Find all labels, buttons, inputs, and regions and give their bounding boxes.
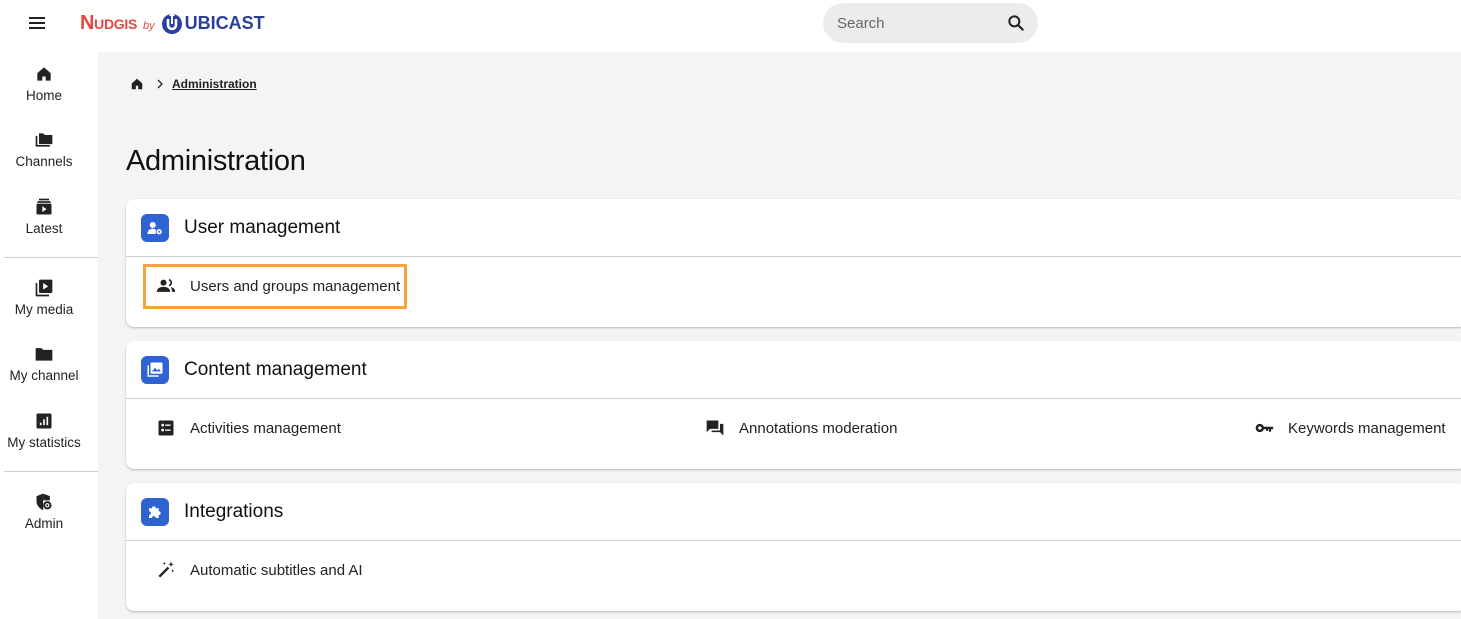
page-title: Administration (126, 145, 306, 177)
sidebar-divider (4, 257, 98, 258)
media-library-icon (141, 355, 169, 384)
user-settings-icon (141, 213, 169, 242)
link-label: Users and groups management (190, 277, 401, 295)
link-label: Automatic subtitles and AI (190, 561, 363, 579)
menu-icon[interactable] (26, 12, 50, 36)
checklist-icon (158, 420, 174, 436)
breadcrumb-current[interactable]: Administration (172, 77, 257, 91)
link-label: Keywords management (1288, 419, 1446, 437)
sidebar-item-my-channel[interactable]: My channel (0, 344, 88, 383)
main-content: Administration Administration User manag… (98, 52, 1461, 619)
section-user-management: User management Users and groups managem… (126, 199, 1461, 327)
sidebar-item-label: My media (14, 302, 74, 317)
sidebar-item-label: Latest (25, 221, 63, 236)
logo-brand: Nudgis (80, 11, 137, 34)
link-automatic-subtitles-and-ai[interactable]: Automatic subtitles and AI (156, 560, 363, 580)
video-library-icon (35, 279, 53, 297)
section-title: Content management (184, 358, 367, 380)
sidebar-item-my-statistics[interactable]: My statistics (0, 411, 88, 450)
admin-shield-icon (36, 493, 52, 511)
logo-company: UBICAST (161, 11, 265, 35)
section-header: User management (126, 199, 1461, 257)
latest-video-icon (36, 198, 52, 215)
group-icon (156, 278, 176, 292)
link-keywords-management[interactable]: Keywords management (1254, 418, 1446, 438)
top-bar: Nudgis by UBICAST (0, 0, 1461, 52)
search-input[interactable] (837, 13, 997, 33)
sidebar-item-label: Admin (24, 516, 64, 531)
link-label: Annotations moderation (739, 419, 898, 437)
search-box[interactable] (823, 3, 1038, 43)
section-header: Integrations (126, 483, 1461, 541)
sidebar-item-my-media[interactable]: My media (0, 278, 88, 317)
section-header: Content management (126, 341, 1461, 399)
puzzle-icon (141, 497, 169, 526)
home-icon (37, 67, 51, 81)
key-icon (1255, 423, 1274, 433)
section-links: Automatic subtitles and AI (126, 541, 1461, 611)
magic-wand-icon (158, 561, 175, 578)
section-links: Activities management Annotations modera… (126, 399, 1461, 469)
section-title: Integrations (184, 500, 284, 522)
breadcrumb: Administration (130, 77, 257, 91)
logo[interactable]: Nudgis by UBICAST (80, 10, 265, 36)
link-label: Activities management (190, 419, 341, 437)
sidebar-item-channels[interactable]: Channels (0, 130, 88, 169)
section-title: User management (184, 216, 341, 238)
chevron-right-icon (157, 79, 163, 89)
folders-icon (35, 133, 53, 147)
sidebar-divider (4, 471, 98, 472)
link-activities-management[interactable]: Activities management (156, 418, 341, 438)
sidebar-item-label: My statistics (7, 435, 81, 450)
link-users-and-groups-management[interactable]: Users and groups management (156, 276, 400, 296)
home-icon[interactable] (130, 77, 144, 91)
sidebar-item-label: Channels (15, 154, 73, 169)
link-annotations-moderation[interactable]: Annotations moderation (705, 418, 897, 438)
forum-icon (706, 420, 724, 436)
sidebar-item-label: Home (25, 88, 62, 103)
ubicast-logo-icon (161, 12, 182, 34)
section-links: Users and groups management (126, 257, 1461, 327)
sidebar: Home Channels Latest My media My channel (0, 52, 98, 619)
section-content-management: Content management Activities management (126, 341, 1461, 469)
search-icon[interactable] (1006, 13, 1026, 33)
sidebar-item-latest[interactable]: Latest (0, 197, 88, 236)
sidebar-item-admin[interactable]: Admin (0, 492, 88, 531)
logo-company-text: UBICAST (184, 12, 265, 33)
folder-icon (35, 348, 53, 361)
sidebar-item-label: My channel (9, 368, 79, 383)
section-integrations: Integrations Automatic subtitles and AI (126, 483, 1461, 611)
logo-by: by (142, 20, 155, 32)
sidebar-item-home[interactable]: Home (0, 64, 88, 103)
statistics-icon (36, 413, 52, 429)
